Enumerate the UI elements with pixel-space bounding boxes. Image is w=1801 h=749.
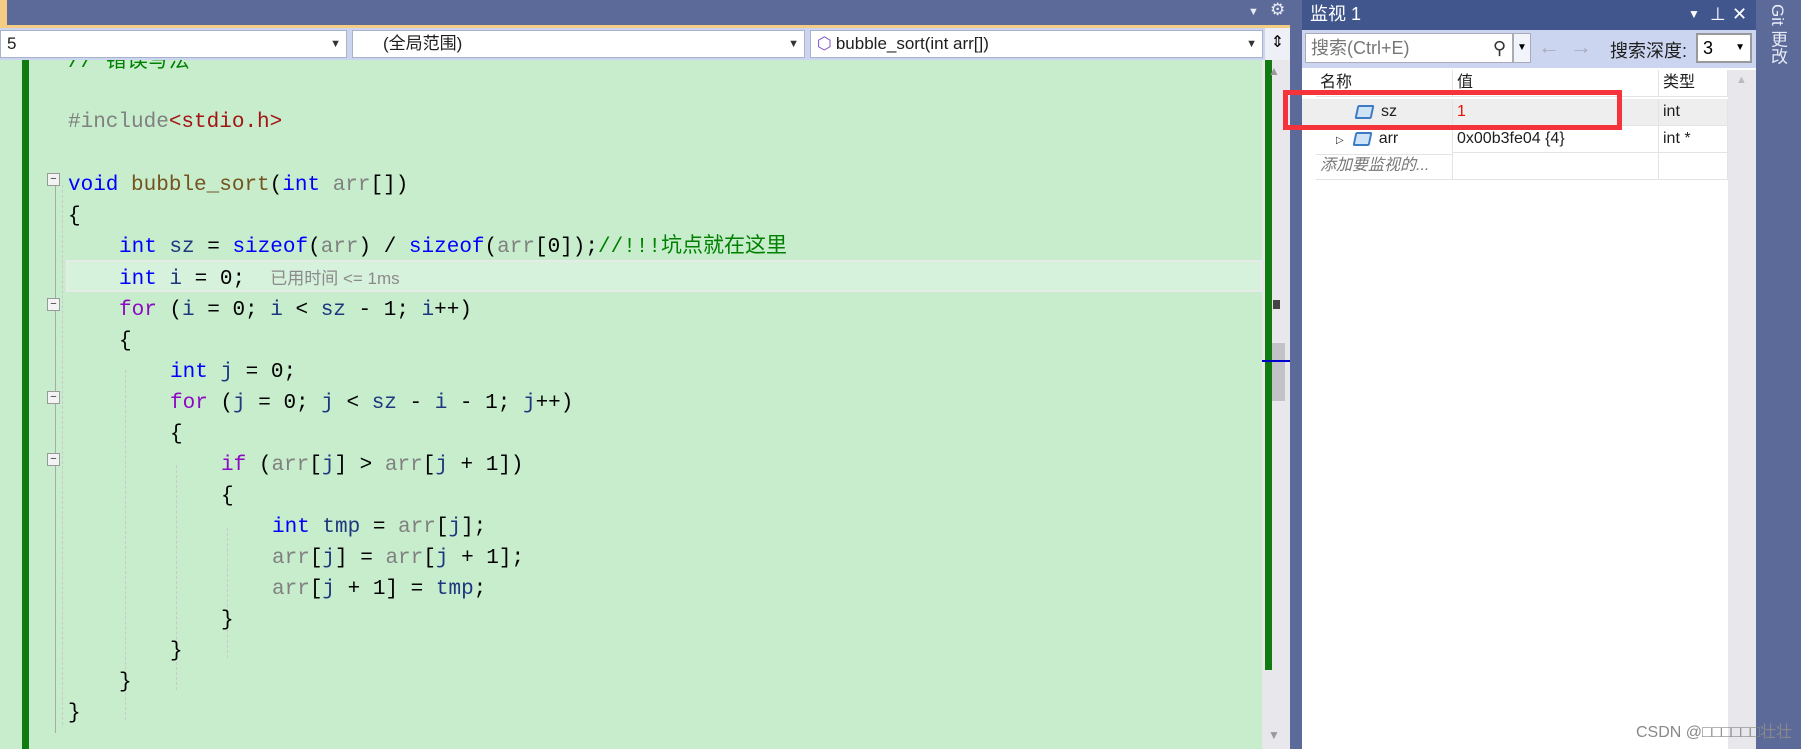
expand-arrow-icon[interactable]: ▷: [1336, 135, 1344, 146]
watch-title: 监视 1: [1310, 4, 1362, 24]
highlight-annotation-box: [1283, 90, 1622, 130]
code-line: }: [119, 671, 132, 694]
caret-position-marker: [1262, 360, 1290, 362]
watch-type-cell: int: [1659, 99, 1728, 126]
forward-arrow-icon[interactable]: →: [1570, 34, 1592, 60]
document-tab[interactable]: [0, 0, 7, 25]
watch-value-cell[interactable]: 0x00b3fe04 {4}: [1453, 126, 1659, 153]
search-icon: ⚲: [1492, 38, 1506, 58]
watch-scrollbar[interactable]: ▲: [1728, 70, 1756, 749]
scroll-up-icon[interactable]: ▲: [1268, 64, 1280, 78]
column-header-type[interactable]: 类型: [1659, 70, 1728, 97]
code-line: }: [221, 609, 234, 632]
pin-icon[interactable]: ⊥: [1710, 0, 1726, 28]
add-watch-row[interactable]: 添加要监视的...: [1302, 153, 1728, 180]
code-line: int sz = sizeof(arr) / sizeof(arr[0]);//…: [119, 236, 787, 259]
navigation-bar: 5 ▼ (全局范围) ▼ ⬡ bubble_sort(int arr[]) ▼: [0, 28, 1290, 60]
tab-list-dropdown-icon[interactable]: ▼: [1248, 6, 1259, 18]
code-line: void bubble_sort(int arr[]): [68, 174, 409, 197]
code-line: #include<stdio.h>: [68, 111, 283, 134]
search-depth-label: 搜索深度:: [1610, 41, 1688, 61]
code-line: for (i = 0; i < sz - 1; i++): [119, 299, 472, 322]
collapse-icon[interactable]: −: [47, 453, 60, 466]
watch-title-bar: 监视 1 ▼ ⊥ ✕: [1302, 0, 1756, 30]
indent-guide: [227, 528, 228, 658]
search-input[interactable]: 搜索(Ctrl+E) ⚲: [1305, 33, 1513, 63]
add-watch-placeholder[interactable]: 添加要监视的...: [1316, 153, 1453, 180]
scrollbar-thumb[interactable]: [1272, 343, 1285, 401]
variable-icon: [1352, 131, 1373, 146]
code-line: for (j = 0; j < sz - i - 1; j++): [170, 392, 574, 415]
code-line: arr[j] = arr[j + 1];: [272, 547, 525, 570]
scroll-up-icon[interactable]: ▲: [1736, 74, 1747, 86]
indent-guide: [62, 185, 63, 725]
scroll-down-icon[interactable]: ▼: [1268, 728, 1280, 742]
perf-tip[interactable]: 已用时间 <= 1ms: [270, 269, 399, 288]
watch-name-cell: ▷ arr: [1316, 126, 1453, 155]
code-line: // 错误写法: [68, 60, 190, 74]
function-label: bubble_sort(int arr[]): [835, 34, 989, 53]
change-tracking-bar: [22, 60, 29, 749]
collapse-icon[interactable]: −: [47, 298, 60, 311]
project-label: 5: [7, 34, 17, 53]
watch-type-cell: int *: [1659, 126, 1728, 153]
code-line: int tmp = arr[j];: [272, 516, 487, 539]
collapse-icon[interactable]: −: [47, 173, 60, 186]
code-line: }: [170, 640, 183, 663]
chevron-down-icon: ▼: [1246, 38, 1257, 50]
overview-change-bar: [1265, 60, 1272, 670]
code-line: if (arr[j] > arr[j + 1]): [221, 454, 524, 477]
method-cube-icon: ⬡: [817, 34, 832, 53]
close-icon[interactable]: ✕: [1732, 0, 1747, 28]
code-line: {: [119, 330, 132, 353]
scope-dropdown[interactable]: (全局范围) ▼: [352, 30, 805, 58]
window-menu-icon[interactable]: ▼: [1688, 0, 1700, 28]
git-changes-tab[interactable]: Git 更改: [1765, 4, 1790, 64]
search-options-dropdown[interactable]: ▼: [1513, 33, 1531, 63]
document-tab-bar: [0, 0, 1290, 25]
watch-row[interactable]: ▷ arr 0x00b3fe04 {4} int *: [1302, 126, 1728, 155]
empty-cell: [1453, 153, 1659, 180]
code-line: int i = 0; 已用时间 <= 1ms: [119, 268, 400, 291]
scope-label: (全局范围): [383, 34, 463, 53]
collapse-icon[interactable]: −: [47, 391, 60, 404]
chevron-down-icon: ▼: [330, 38, 341, 50]
code-line: {: [221, 485, 234, 508]
breakpoint-marker: [1273, 300, 1280, 309]
gear-icon[interactable]: ⚙: [1270, 0, 1285, 20]
chevron-down-icon: ▼: [788, 38, 799, 50]
split-window-icon[interactable]: ⇕: [1265, 28, 1290, 60]
project-dropdown[interactable]: 5 ▼: [0, 30, 347, 58]
code-line: int j = 0;: [170, 361, 297, 384]
back-arrow-icon[interactable]: ←: [1538, 34, 1560, 60]
code-line: {: [68, 205, 81, 228]
side-tab-strip: [1756, 0, 1801, 749]
empty-cell: [1659, 153, 1728, 180]
watch-toolbar: 搜索(Ctrl+E) ⚲ ▼ ← → 搜索深度: 3 ▼: [1302, 30, 1756, 68]
code-line: }: [68, 702, 81, 725]
code-line: arr[j + 1] = tmp;: [272, 578, 487, 601]
code-editor[interactable]: // 错误写法 #include<stdio.h> − void bubble_…: [0, 60, 1262, 749]
search-depth-dropdown[interactable]: 3 ▼: [1696, 33, 1752, 63]
code-line: {: [170, 423, 183, 446]
watermark: CSDN @□□□□□□壮壮: [1636, 724, 1793, 741]
function-dropdown[interactable]: ⬡ bubble_sort(int arr[]) ▼: [810, 30, 1263, 58]
